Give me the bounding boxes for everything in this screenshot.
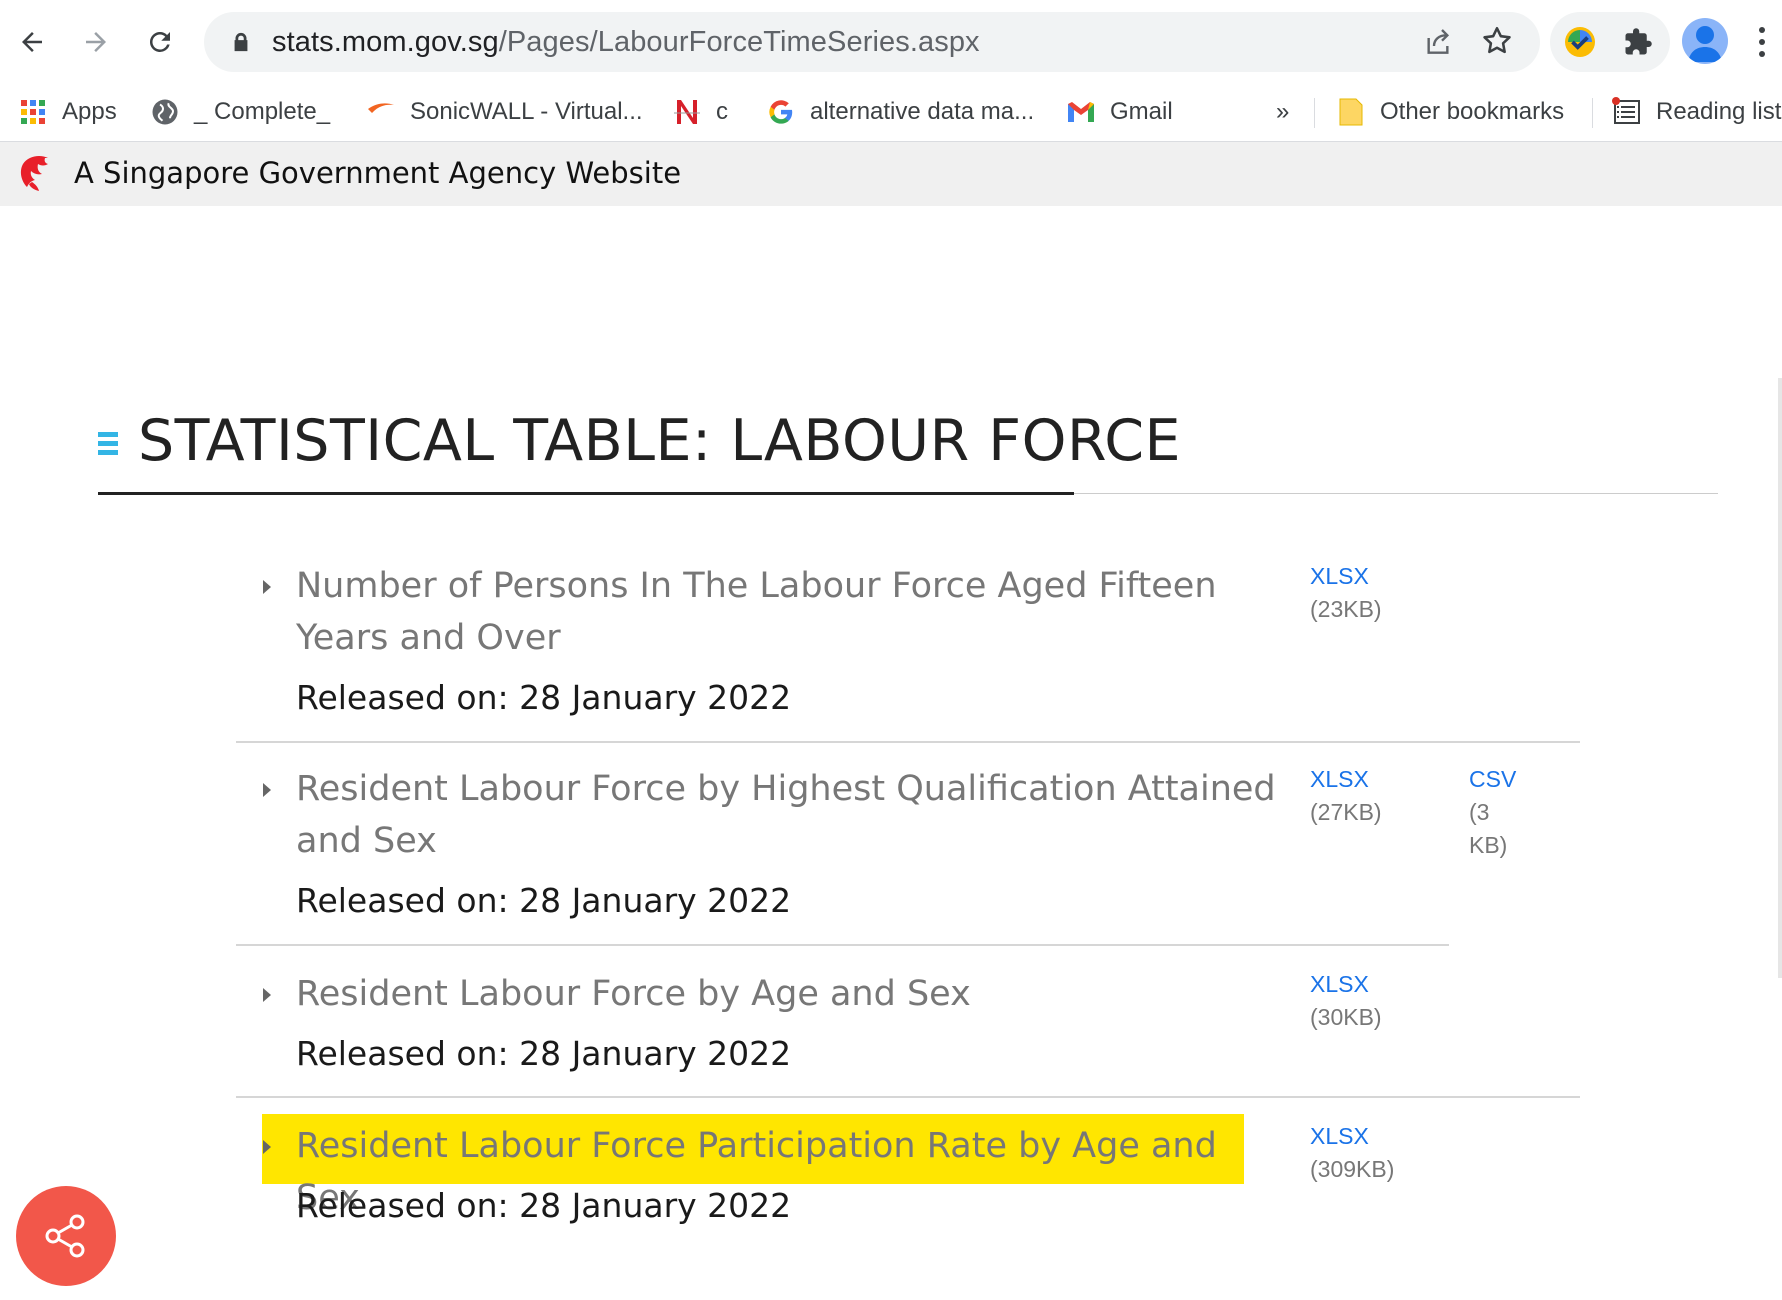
- table-title-link[interactable]: Resident Labour Force by Highest Qualifi…: [296, 763, 1276, 867]
- title-underline: [98, 492, 1074, 495]
- google-icon: [766, 97, 796, 127]
- share-button[interactable]: [16, 1186, 116, 1286]
- address-bar[interactable]: stats.mom.gov.sg/Pages/LabourForceTimeSe…: [204, 12, 1540, 72]
- profile-avatar[interactable]: [1682, 18, 1728, 64]
- puzzle-piece-icon: [1625, 28, 1652, 55]
- sonicwall-icon: [366, 97, 396, 127]
- extensions-menu-button[interactable]: [1618, 22, 1658, 62]
- xlsx-download-link[interactable]: XLSX: [1310, 968, 1382, 1001]
- other-bookmarks-label: Other bookmarks: [1380, 98, 1565, 125]
- download-csv: CSV (3 KB): [1469, 763, 1516, 862]
- download-xlsx: XLSX (30KB): [1310, 968, 1382, 1034]
- page-scrollbar[interactable]: [1778, 378, 1782, 978]
- xlsx-download-link[interactable]: XLSX: [1310, 1120, 1394, 1153]
- apps-grid-icon: [18, 97, 48, 127]
- reload-icon: [149, 31, 170, 52]
- forward-arrow-icon: [86, 32, 106, 52]
- overflow-chevron-icon: »: [1276, 98, 1290, 125]
- gov-banner-text: A Singapore Government Agency Website: [74, 156, 682, 190]
- download-xlsx: XLSX (309KB): [1310, 1120, 1394, 1186]
- table-title-link[interactable]: Resident Labour Force by Age and Sex: [296, 968, 1276, 1020]
- bookmark-sonicwall[interactable]: SonicWALL - Virtual...: [366, 92, 643, 132]
- bookmarks-divider: [1592, 98, 1593, 128]
- forward-button[interactable]: [72, 18, 120, 66]
- release-date: Released on: 28 January 2022: [296, 678, 792, 717]
- bookmarks-divider: [1314, 98, 1315, 128]
- lock-icon: [234, 32, 248, 52]
- lion-head-icon: [20, 156, 48, 191]
- xlsx-download-link[interactable]: XLSX: [1310, 560, 1382, 593]
- table-title-link[interactable]: Number of Persons In The Labour Force Ag…: [296, 560, 1276, 664]
- file-size: (23KB): [1310, 596, 1382, 622]
- bookmark-label: c: [716, 98, 728, 125]
- share-page-icon[interactable]: [1422, 26, 1454, 58]
- xlsx-download-link[interactable]: XLSX: [1310, 763, 1382, 796]
- file-size: (30KB): [1310, 1004, 1382, 1030]
- list-lines-icon: [98, 432, 118, 458]
- bookmark-apps[interactable]: Apps: [18, 92, 117, 132]
- release-date: Released on: 28 January 2022: [296, 1034, 792, 1073]
- bookmark-star-icon[interactable]: [1480, 24, 1514, 58]
- download-xlsx: XLSX (23KB): [1310, 560, 1382, 626]
- person-icon: [1688, 26, 1722, 62]
- browser-menu-icon[interactable]: [1752, 22, 1772, 62]
- file-size: KB): [1469, 832, 1508, 858]
- page-header: STATISTICAL TABLE: LABOUR FORCE: [98, 400, 1718, 496]
- extension-shield-icon: [1565, 27, 1595, 57]
- release-date: Released on: 28 January 2022: [296, 881, 792, 920]
- bookmark-label: _ Complete_: [194, 98, 331, 125]
- csv-download-link[interactable]: CSV: [1469, 763, 1516, 796]
- expand-arrow-icon[interactable]: [263, 988, 271, 1002]
- item-divider: [236, 944, 1449, 946]
- download-xlsx: XLSX (27KB): [1310, 763, 1382, 829]
- expand-arrow-icon[interactable]: [263, 783, 271, 797]
- extension-button[interactable]: [1560, 22, 1600, 62]
- share-icon: [45, 1214, 85, 1258]
- expand-arrow-icon[interactable]: [263, 1140, 271, 1154]
- bookmark-complete[interactable]: _ Complete_: [150, 92, 330, 132]
- gmail-icon: [1066, 97, 1096, 127]
- reading-list-icon: [1612, 97, 1642, 127]
- item-divider: [236, 1096, 1580, 1098]
- extensions-area: [1550, 12, 1670, 72]
- file-size: (309KB): [1310, 1156, 1395, 1182]
- bookmarks-bar: Apps _ Complete_ SonicWALL - Virtual... …: [0, 84, 1782, 142]
- url-host: stats.mom.gov.sg: [272, 26, 499, 58]
- bookmark-label: SonicWALL - Virtual...: [410, 98, 643, 125]
- bookmarks-overflow-button[interactable]: »: [1276, 92, 1289, 132]
- header-rule: [1074, 493, 1718, 494]
- bookmark-label: Gmail: [1110, 98, 1173, 125]
- reading-list-label: Reading list: [1656, 98, 1782, 125]
- reload-button[interactable]: [136, 18, 184, 66]
- bookmark-label: Apps: [62, 98, 117, 125]
- bookmark-label: alternative data ma...: [810, 98, 1035, 125]
- globe-icon: [150, 97, 180, 127]
- item-divider: [236, 741, 1580, 743]
- back-button[interactable]: [8, 18, 56, 66]
- gov-masthead: A Singapore Government Agency Website: [0, 142, 1782, 206]
- file-size: (27KB): [1310, 799, 1382, 825]
- bookmark-alternative-data[interactable]: alternative data ma...: [766, 92, 1034, 132]
- n-logo-icon: [672, 97, 702, 127]
- other-bookmarks-folder[interactable]: Other bookmarks: [1336, 92, 1564, 132]
- url-path: /Pages/LabourForceTimeSeries.aspx: [498, 26, 980, 58]
- bookmark-gmail[interactable]: Gmail: [1066, 92, 1173, 132]
- release-date: Released on: 28 January 2022: [296, 1186, 792, 1225]
- expand-arrow-icon[interactable]: [263, 580, 271, 594]
- url-text[interactable]: stats.mom.gov.sg/Pages/LabourForceTimeSe…: [272, 26, 980, 59]
- bookmark-c[interactable]: c: [672, 92, 728, 132]
- browser-toolbar: stats.mom.gov.sg/Pages/LabourForceTimeSe…: [0, 0, 1782, 84]
- page-title: STATISTICAL TABLE: LABOUR FORCE: [138, 408, 1182, 474]
- back-arrow-icon: [22, 32, 42, 52]
- file-size: (3: [1469, 799, 1490, 825]
- reading-list-button[interactable]: Reading list: [1612, 92, 1781, 132]
- folder-icon: [1336, 97, 1366, 127]
